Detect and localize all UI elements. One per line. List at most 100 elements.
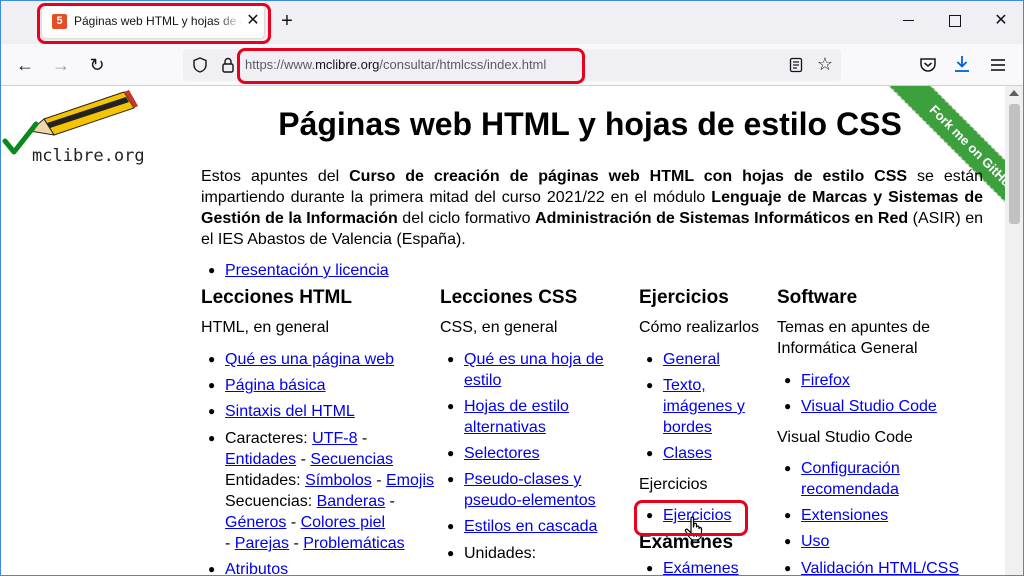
atributos-link[interactable]: Atributos [225,559,288,576]
site-logo[interactable]: mclibre.org [2,86,152,171]
reload-button[interactable]: ↻ [84,52,110,78]
emojis-link[interactable]: Emojis [386,472,434,489]
temas-subheading-cont: Informática General [777,340,918,357]
html-link-sintaxis[interactable]: Sintaxis del HTML [225,401,355,422]
css-link-que-es[interactable]: Qué es una hoja de [464,349,604,370]
bullet: ● [646,378,654,392]
generos-link[interactable]: Géneros [225,514,286,531]
minimize-icon [902,20,914,22]
colores-piel-link[interactable]: Colores piel [301,514,385,531]
bookmark-star-icon[interactable]: ☆ [815,54,835,74]
parejas-link[interactable]: Parejas [235,535,289,552]
minimize-button[interactable] [893,8,923,34]
temas-subheading: Temas en apuntes de [777,319,930,336]
problematicas-link[interactable]: Problemáticas [303,535,404,552]
scroll-up-arrow-icon[interactable] [1009,90,1019,96]
forward-button[interactable]: → [48,52,74,78]
tab-highlight-box [37,3,271,44]
html-link-que-es[interactable]: Qué es una página web [225,349,394,370]
entidades-link[interactable]: Entidades [225,451,296,468]
bullet: ● [208,404,216,418]
caracteres-label: Caracteres: [225,430,313,447]
ej-link-general[interactable]: General [663,349,720,370]
utf8-link[interactable]: UTF-8 [312,430,357,447]
ej-link-examenes[interactable]: Exámenes [663,558,739,576]
vscode-subheading: Visual Studio Code [777,429,913,446]
entidades-label: Entidades: [225,472,306,489]
css-link-cascada[interactable]: Estilos en cascada [464,516,597,537]
ej-link-clases[interactable]: Clases [663,443,712,464]
bullet: ● [208,431,216,445]
tracking-protection-shield-icon[interactable] [191,56,209,74]
ej-link-texto-cont2[interactable]: bordes [663,417,712,438]
hamburger-menu-icon[interactable] [989,56,1007,74]
separator: - [385,493,395,510]
download-icon[interactable] [952,54,972,74]
css-link-que-es-cont[interactable]: estilo [464,370,501,391]
css-link-selectores[interactable]: Selectores [464,443,540,464]
software-heading: Software [777,287,858,308]
vertical-scrollbar[interactable] [1005,86,1024,576]
intro-paragraph: Estos apuntes del Curso de creación de p… [201,166,983,250]
ejercicios-subheading: Ejercicios [639,476,708,493]
ej-link-texto-cont[interactable]: imágenes y [663,396,745,417]
bullet: ● [208,378,216,392]
secuencias-line3: - Parejas - Problemáticas [225,533,440,554]
separator: - [286,514,301,531]
bullet: ● [447,399,455,413]
sw-link-vscode[interactable]: Visual Studio Code [801,396,937,417]
banderas-link[interactable]: Banderas [317,493,386,510]
bullet: ● [784,534,792,548]
pocket-icon[interactable] [918,55,938,75]
bullet: ● [447,472,455,486]
bullet: ● [784,561,792,575]
secuencias-label: Secuencias: [225,493,317,510]
sw-link-config[interactable]: Configuración [801,458,900,479]
close-window-button[interactable]: ✕ [986,8,1016,34]
ej-link-texto[interactable]: Texto, [663,375,706,396]
lock-icon[interactable] [219,56,237,74]
sw-link-config-cont[interactable]: recomendada [801,479,899,500]
maximize-button[interactable] [940,8,970,34]
bullet: ● [784,373,792,387]
bullet: ● [208,263,216,277]
sw-link-uso[interactable]: Uso [801,531,829,552]
intro-bold: Administración de Sistemas Informáticos … [535,210,909,227]
bullet: ● [646,446,654,460]
css-link-hojas-alt-cont[interactable]: alternativas [464,417,546,438]
intro-text: Estos apuntes del [201,168,350,185]
css-link-pseudo-cont[interactable]: pseudo-elementos [464,490,596,511]
scrollbar-thumb[interactable] [1009,104,1020,224]
simbolos-link[interactable]: Símbolos [305,472,372,489]
bullet: ● [447,352,455,366]
sw-link-firefox[interactable]: Firefox [801,370,850,391]
secuencias-line2: Géneros - Colores piel [225,512,440,533]
separator: - [357,430,368,447]
back-button[interactable]: ← [12,52,38,78]
css-general-subheading: CSS, en general [440,319,558,336]
secuencias-line: Secuencias: Banderas - [225,491,440,512]
bullet: ● [447,446,455,460]
bullet: ● [784,508,792,522]
css-link-pseudo[interactable]: Pseudo-clases y [464,469,581,490]
bullet: ● [646,561,654,575]
page-title: Páginas web HTML y hojas de estilo CSS [278,106,902,142]
bullet: ● [208,562,216,576]
separator: - [296,451,311,468]
bullet: ● [447,546,455,560]
logo-text: mclibre.org [32,146,145,166]
sw-link-validacion[interactable]: Validación HTML/CSS [801,558,959,576]
reader-view-icon[interactable] [787,56,805,74]
ejercicios-highlight-box [634,500,748,536]
new-tab-button[interactable]: + [276,10,298,32]
css-unidades-label: Unidades: [464,545,537,562]
presentation-link[interactable]: Presentación y licencia [225,260,389,281]
css-link-hojas-alt[interactable]: Hojas de estilo [464,396,569,417]
html-link-pagina-basica[interactable]: Página básica [225,375,326,396]
intro-bold: Curso de creación de páginas web HTML co… [349,168,908,185]
html-lessons-heading: Lecciones HTML [201,287,352,308]
secuencias-link[interactable]: Secuencias [310,451,393,468]
sw-link-extensiones[interactable]: Extensiones [801,505,888,526]
page-viewport: mclibre.org Fork me on GitHub Páginas we… [0,86,1005,576]
maximize-icon [949,14,961,27]
